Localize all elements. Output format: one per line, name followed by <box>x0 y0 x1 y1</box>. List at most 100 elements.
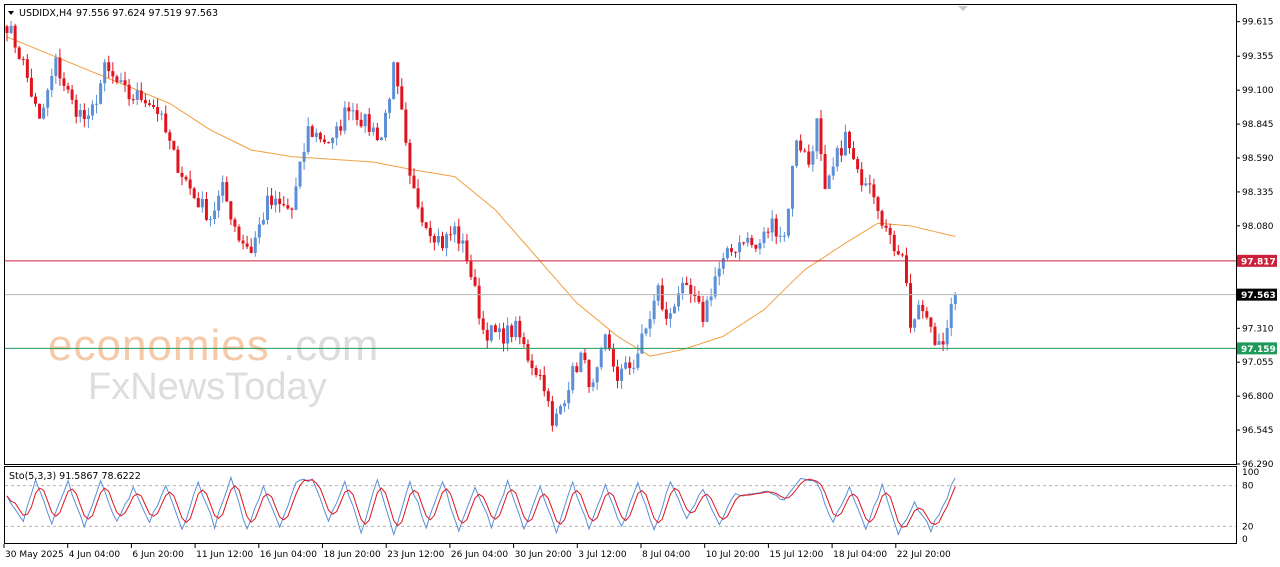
candle <box>595 366 599 391</box>
candle <box>591 378 595 392</box>
oscillator-tick-label: 0 <box>1242 535 1248 545</box>
candle <box>921 299 925 319</box>
candle <box>428 220 432 244</box>
candle <box>453 221 457 243</box>
chart-shift-marker-icon[interactable] <box>958 6 968 11</box>
candle <box>188 170 192 195</box>
candle <box>949 297 953 336</box>
candle <box>664 301 668 326</box>
candle <box>644 327 648 337</box>
candle <box>363 113 367 134</box>
oscillator-tick-label: 100 <box>1242 468 1259 478</box>
candle <box>758 238 762 255</box>
time-tick-label: 30 May 2025 <box>5 550 64 560</box>
price-tick-label: 96.800 <box>1242 392 1274 402</box>
price-chart[interactable]: economies .com FxNewsToday 97.81797.5639… <box>0 0 1280 567</box>
candle <box>522 332 526 348</box>
candle <box>681 277 685 300</box>
candle <box>270 187 274 210</box>
candle <box>351 103 355 121</box>
candle <box>62 72 66 92</box>
candle <box>599 346 603 371</box>
candle <box>774 214 778 245</box>
time-tick-label: 15 Jul 12:00 <box>769 550 823 560</box>
candle <box>25 54 29 83</box>
candle <box>449 226 453 241</box>
candle <box>754 244 758 253</box>
candle <box>17 45 21 60</box>
candle <box>156 98 160 122</box>
oscillator-label: Sto(5,3,3) 91.5867 78.6222 <box>9 471 141 482</box>
candle <box>221 175 225 203</box>
candle <box>115 74 119 85</box>
price-tick-label: 98.845 <box>1242 120 1274 130</box>
candle <box>103 59 107 92</box>
price-tick-label: 99.100 <box>1242 86 1274 96</box>
candle <box>302 143 306 170</box>
candle <box>168 129 172 150</box>
candle <box>95 94 99 114</box>
candle <box>705 296 709 323</box>
moving-average-line <box>6 36 956 357</box>
candle <box>192 186 196 200</box>
candle <box>147 99 151 107</box>
candle <box>856 156 860 173</box>
price-tick-label: 96.545 <box>1242 426 1274 436</box>
candle <box>799 134 803 153</box>
candle <box>831 157 835 181</box>
candle <box>571 362 575 394</box>
candle <box>265 187 269 225</box>
stochastic-oscillator: 100 80 20 0 <box>5 468 1259 545</box>
time-axis[interactable]: 30 May 2025 4 Jun 04:00 6 Jun 20:00 11 Jun … <box>3 544 951 560</box>
candle <box>620 364 624 389</box>
current-level-label: 97.563 <box>1241 291 1276 301</box>
candle <box>119 72 123 84</box>
candle <box>489 324 493 343</box>
time-tick-label: 16 Jun 04:00 <box>260 550 317 560</box>
price-tick-label: 98.335 <box>1242 188 1274 198</box>
candle <box>379 136 383 141</box>
candle <box>546 388 550 407</box>
candle <box>632 359 636 374</box>
candle <box>355 103 359 126</box>
candle <box>933 322 937 347</box>
candle <box>314 128 318 143</box>
candle <box>13 23 17 54</box>
candle <box>306 117 310 155</box>
candle <box>457 218 461 252</box>
candle <box>510 323 514 343</box>
candle <box>432 233 436 251</box>
candle <box>127 78 131 106</box>
candle <box>375 122 379 142</box>
candle <box>5 24 9 42</box>
candle <box>318 131 322 143</box>
candle <box>359 112 363 128</box>
candle <box>762 227 766 249</box>
candle <box>436 228 440 246</box>
candle <box>249 238 253 254</box>
candle <box>331 137 335 150</box>
candle <box>672 303 676 314</box>
candle <box>929 316 933 333</box>
candle <box>493 323 497 333</box>
chart-menu-triangle-icon[interactable] <box>8 11 14 15</box>
candle <box>538 369 542 381</box>
candle <box>200 191 204 213</box>
candle <box>253 231 257 257</box>
candle <box>738 235 742 261</box>
candle <box>506 317 510 352</box>
candle <box>518 315 522 345</box>
candle <box>567 381 571 410</box>
candle <box>876 195 880 220</box>
price-axis[interactable]: 99.615 99.355 99.100 98.845 98.590 98.335 98.0… <box>1236 18 1274 470</box>
candle <box>652 294 656 325</box>
candle <box>229 200 233 226</box>
candle <box>628 356 632 375</box>
candle <box>241 234 245 250</box>
candle <box>734 251 738 258</box>
candle <box>152 99 156 110</box>
oscillator-tick-label: 80 <box>1242 482 1254 492</box>
candle <box>827 173 831 190</box>
candle <box>685 276 689 286</box>
candle <box>534 365 538 378</box>
